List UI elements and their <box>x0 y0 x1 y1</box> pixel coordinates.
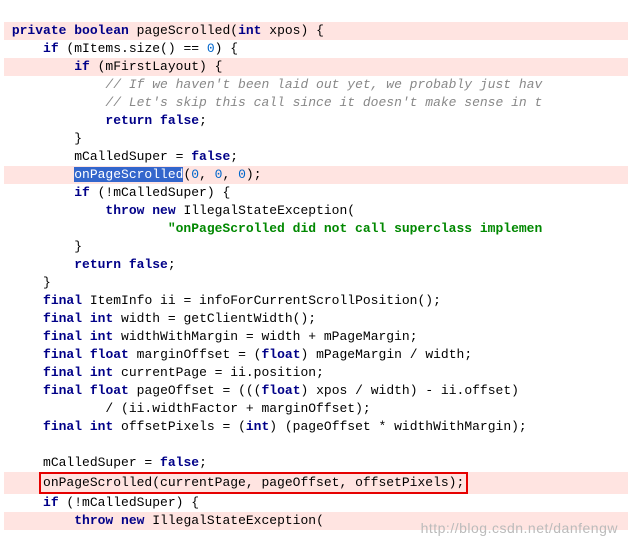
kw-int: int <box>238 23 261 38</box>
kw-new: new <box>152 203 175 218</box>
selection-onpagescrolled[interactable]: onPageScrolled <box>74 167 183 182</box>
kw-return: return <box>105 113 152 128</box>
kw-return: return <box>74 257 121 272</box>
kw-if: if <box>43 495 59 510</box>
txt: onPageScrolled(currentPage, pageOffset, … <box>43 475 464 490</box>
txt: ); <box>246 167 262 182</box>
kw-if: if <box>43 41 59 56</box>
kw-false: false <box>191 149 230 164</box>
txt: ; <box>199 113 207 128</box>
txt: IllegalStateException( <box>144 513 323 528</box>
kw-false: false <box>160 113 199 128</box>
txt: , <box>199 167 215 182</box>
txt: ) mPageMargin / width; <box>301 347 473 362</box>
code-line: private boolean pageScrolled(int xpos) { <box>4 22 628 40</box>
string: "onPageScrolled did not call superclass … <box>168 221 542 236</box>
txt: (mFirstLayout) { <box>90 59 223 74</box>
brace: } <box>74 239 82 254</box>
txt: / (ii.widthFactor + marginOffset); <box>105 401 370 416</box>
num: 0 <box>207 41 215 56</box>
txt: IllegalStateException( <box>176 203 355 218</box>
txt: (mItems.size() == <box>59 41 207 56</box>
highlight-box: onPageScrolled(currentPage, pageOffset, … <box>39 472 468 494</box>
txt: offsetPixels = ( <box>113 419 246 434</box>
kw-boolean: boolean <box>74 23 129 38</box>
txt: ) { <box>215 41 238 56</box>
kw-final: final <box>43 365 82 380</box>
kw-int: int <box>90 419 113 434</box>
comment: // If we haven't been laid out yet, we p… <box>105 77 542 92</box>
comment: // Let's skip this call since it doesn't… <box>105 95 542 110</box>
kw-float: float <box>261 347 300 362</box>
kw-private: private <box>12 23 67 38</box>
kw-float: float <box>261 383 300 398</box>
txt: widthWithMargin = width + mPageMargin; <box>113 329 417 344</box>
brace: } <box>43 275 51 290</box>
kw-float: float <box>90 347 129 362</box>
code-line: onPageScrolled(0, 0, 0); <box>4 166 628 184</box>
kw-new: new <box>121 513 144 528</box>
txt: mCalledSuper = <box>74 149 191 164</box>
kw-final: final <box>43 329 82 344</box>
txt: currentPage = ii.position; <box>113 365 324 380</box>
txt: pageOffset = ((( <box>129 383 262 398</box>
num: 0 <box>238 167 246 182</box>
kw-if: if <box>74 59 90 74</box>
kw-final: final <box>43 419 82 434</box>
txt: mCalledSuper = <box>43 455 160 470</box>
kw-throw: throw <box>74 513 113 528</box>
code-line: throw new IllegalStateException( <box>4 512 628 530</box>
kw-false: false <box>129 257 168 272</box>
code-line: if (mFirstLayout) { <box>4 58 628 76</box>
kw-final: final <box>43 347 82 362</box>
kw-final: final <box>43 293 82 308</box>
code-line-highlight: onPageScrolled(currentPage, pageOffset, … <box>4 472 628 494</box>
txt: , <box>222 167 238 182</box>
txt: (!mCalledSuper) { <box>90 185 230 200</box>
txt: marginOffset = ( <box>129 347 262 362</box>
kw-int: int <box>246 419 269 434</box>
kw-float: float <box>90 383 129 398</box>
txt: ItemInfo ii = infoForCurrentScrollPositi… <box>82 293 441 308</box>
kw-int: int <box>90 311 113 326</box>
txt: (!mCalledSuper) { <box>59 495 199 510</box>
kw-int: int <box>90 329 113 344</box>
kw-final: final <box>43 311 82 326</box>
kw-if: if <box>74 185 90 200</box>
txt: ; <box>199 455 207 470</box>
num: 0 <box>191 167 199 182</box>
txt: width = getClientWidth(); <box>113 311 316 326</box>
code-viewport: private boolean pageScrolled(int xpos) {… <box>0 0 628 543</box>
txt: ; <box>230 149 238 164</box>
brace: } <box>74 131 82 146</box>
txt: ; <box>168 257 176 272</box>
kw-final: final <box>43 383 82 398</box>
txt: pageScrolled( <box>129 23 238 38</box>
kw-int: int <box>90 365 113 380</box>
kw-false: false <box>160 455 199 470</box>
kw-throw: throw <box>105 203 144 218</box>
txt: ) (pageOffset * widthWithMargin); <box>269 419 526 434</box>
txt: ) xpos / width) - ii.offset) <box>301 383 519 398</box>
code-block: private boolean pageScrolled(int xpos) {… <box>0 0 628 534</box>
txt: xpos) { <box>261 23 323 38</box>
